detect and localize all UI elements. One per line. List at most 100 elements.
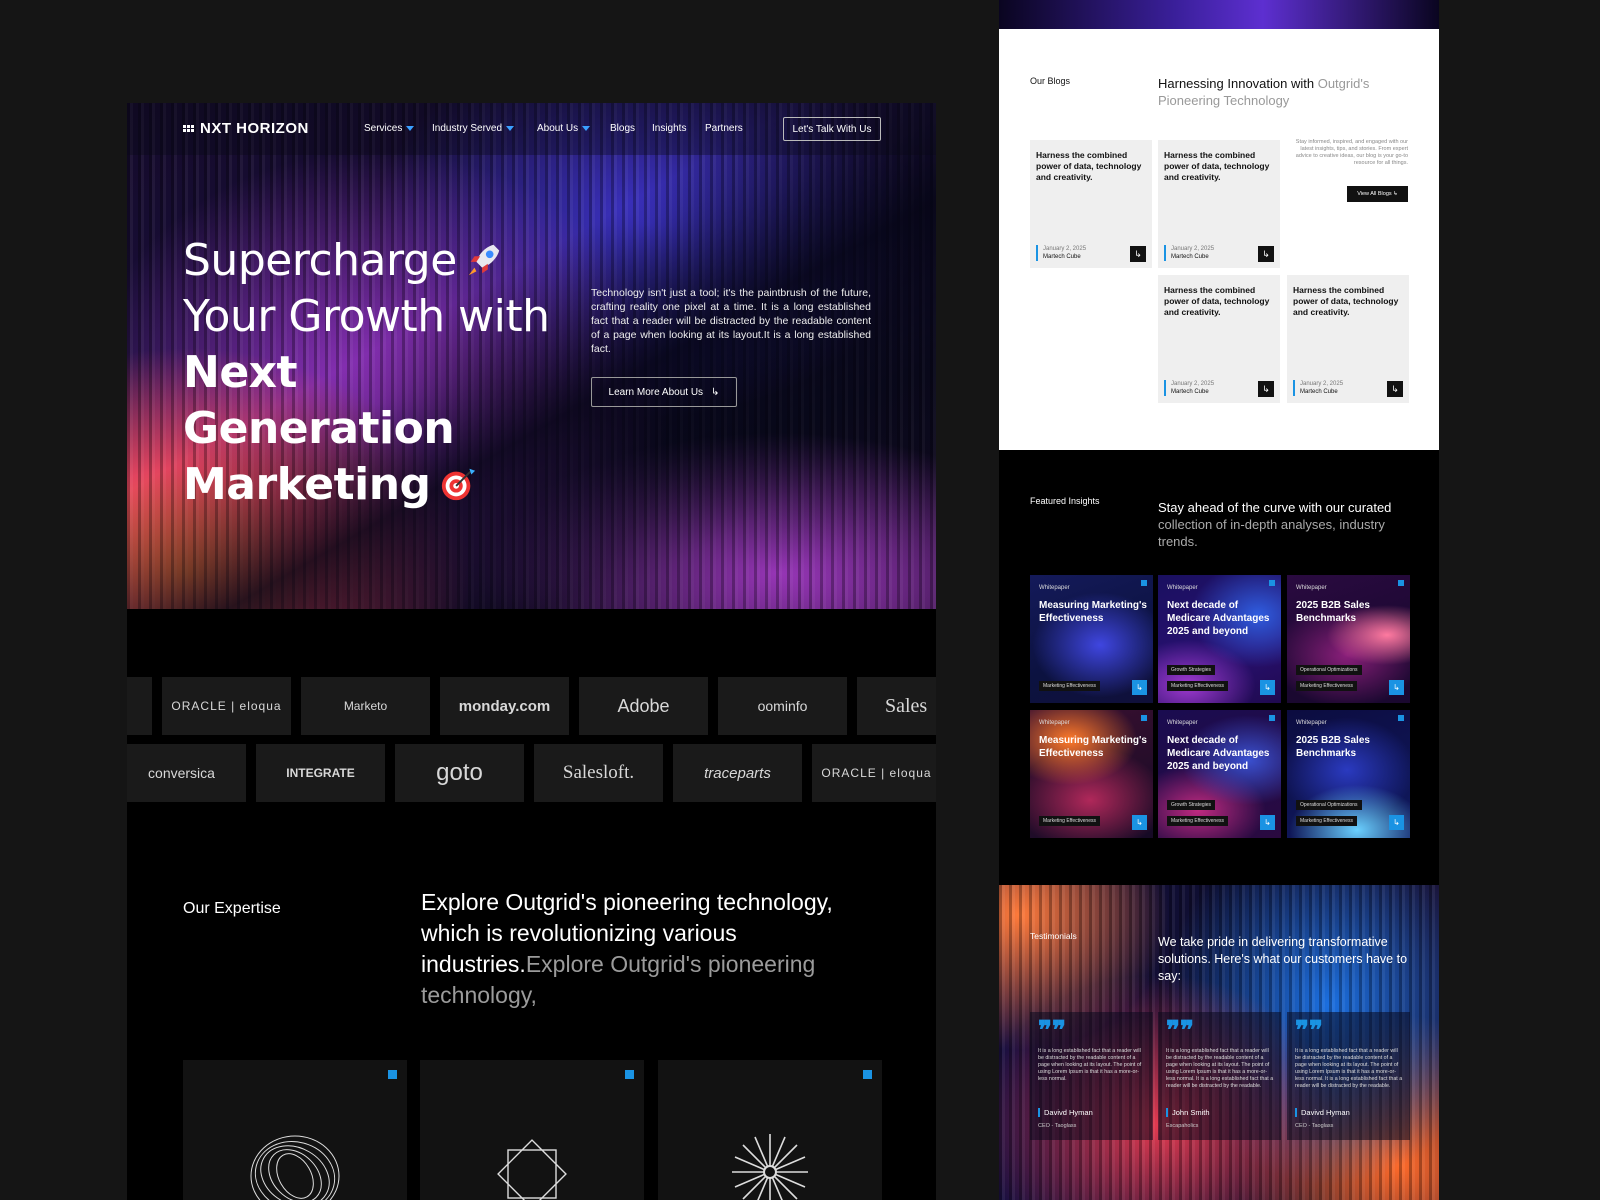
nav-industry-served[interactable]: Industry Served xyxy=(432,123,515,134)
testimonial-card[interactable]: ❞❞ It is a long established fact that a … xyxy=(1287,1012,1410,1140)
insight-kind: Whitepaper xyxy=(1039,585,1070,591)
nav-label: About Us xyxy=(537,123,579,134)
arrow-right-icon[interactable]: ↳ xyxy=(1130,246,1146,262)
blog-author: Martech Cube xyxy=(1300,389,1338,395)
arrow-right-icon[interactable]: ↳ xyxy=(1389,815,1404,830)
nav-label: Services xyxy=(364,123,403,134)
testimonial-card[interactable]: ❞❞ It is a long established fact that a … xyxy=(1030,1012,1153,1140)
nav-about-us[interactable]: About Us xyxy=(537,123,591,134)
homepage-preview: NXT HORIZON Services Industry Served Abo… xyxy=(127,103,936,1200)
partner-logo: Salesloft. xyxy=(534,744,663,802)
blog-card[interactable]: Harness the combined power of data, tech… xyxy=(1158,275,1280,403)
brand-logo[interactable]: NXT HORIZON xyxy=(183,120,309,137)
square-icon xyxy=(1398,580,1404,586)
view-all-blogs-button[interactable]: View All Blogs ↳ xyxy=(1347,186,1408,202)
arrow-right-icon[interactable]: ↳ xyxy=(1132,680,1147,695)
sunburst-icon xyxy=(732,1134,808,1200)
blog-date: January 2, 2025 xyxy=(1171,246,1215,252)
gradient-strip xyxy=(999,0,1439,29)
lets-talk-button[interactable]: Let's Talk With Us xyxy=(783,117,881,141)
insight-card[interactable]: Whitepaper 2025 B2B Sales Benchmarks Ope… xyxy=(1287,710,1410,838)
insight-kind: Whitepaper xyxy=(1039,720,1070,726)
partner-logo: monday.com xyxy=(440,677,569,735)
testimonial-text: It is a long established fact that a rea… xyxy=(1038,1048,1142,1082)
arrow-right-icon[interactable]: ↳ xyxy=(1258,381,1274,397)
insight-title: 2025 B2B Sales Benchmarks xyxy=(1296,600,1370,624)
square-icon xyxy=(1141,580,1147,586)
arrow-right-icon: ↳ xyxy=(711,386,720,398)
expertise-card[interactable] xyxy=(658,1060,882,1200)
insight-kind: Whitepaper xyxy=(1296,720,1327,726)
partner-logo xyxy=(127,677,152,735)
blog-title: Harness the combined power of data, tech… xyxy=(1293,285,1399,317)
partner-logo: conversica xyxy=(127,744,246,802)
chevron-down-icon xyxy=(406,125,415,131)
arrow-right-icon[interactable]: ↳ xyxy=(1258,246,1274,262)
grid-icon xyxy=(183,125,194,132)
arrow-right-icon[interactable]: ↳ xyxy=(1132,815,1147,830)
square-icon xyxy=(1398,715,1404,721)
blog-author: Martech Cube xyxy=(1043,254,1081,260)
partner-logo: goto xyxy=(395,744,524,802)
nav-blogs[interactable]: Blogs xyxy=(610,123,635,134)
insight-card[interactable]: Whitepaper Measuring Marketing's Effecti… xyxy=(1030,710,1153,838)
insight-tag: Operational Optimizations xyxy=(1296,665,1362,675)
insight-card[interactable]: Whitepaper Next decade of Medicare Advan… xyxy=(1158,710,1281,838)
insight-tag: Marketing Effectiveness xyxy=(1296,816,1357,826)
nav-insights[interactable]: Insights xyxy=(652,123,686,134)
insight-kind: Whitepaper xyxy=(1167,720,1198,726)
blog-card[interactable]: Harness the combined power of data, tech… xyxy=(1287,275,1409,403)
nav-services[interactable]: Services xyxy=(364,123,415,134)
top-navigation: NXT HORIZON Services Industry Served Abo… xyxy=(127,103,936,155)
insight-card[interactable]: Whitepaper Next decade of Medicare Advan… xyxy=(1158,575,1281,703)
blog-card[interactable]: Harness the combined power of data, tech… xyxy=(1030,140,1152,268)
expertise-card[interactable] xyxy=(183,1060,407,1200)
blog-author: Martech Cube xyxy=(1171,389,1209,395)
testimonial-name: John Smith xyxy=(1166,1108,1210,1117)
square-icon xyxy=(1141,715,1147,721)
blog-card[interactable]: Harness the combined power of data, tech… xyxy=(1158,140,1280,268)
rocket-icon xyxy=(468,244,499,276)
arrow-right-icon[interactable]: ↳ xyxy=(1260,815,1275,830)
target-icon xyxy=(441,468,475,501)
chevron-down-icon xyxy=(582,125,591,131)
arrow-right-icon[interactable]: ↳ xyxy=(1387,381,1403,397)
expertise-text: Explore Outgrid's pioneering technology,… xyxy=(421,887,891,1011)
arrow-right-icon[interactable]: ↳ xyxy=(1389,680,1404,695)
insight-tag: Marketing Effectiveness xyxy=(1167,681,1228,691)
partner-logo-row-2: conversica INTEGRATE goto Salesloft. tra… xyxy=(127,744,936,802)
blogs-intro: Stay informed, inspired, and engaged wit… xyxy=(1295,139,1408,166)
learn-more-button[interactable]: Learn More About Us ↳ xyxy=(591,377,737,407)
button-label: View All Blogs xyxy=(1357,191,1392,197)
partner-logo: Marketo xyxy=(301,677,430,735)
insight-card[interactable]: Whitepaper 2025 B2B Sales Benchmarks Ope… xyxy=(1287,575,1410,703)
testimonial-name: Davivd Hyman xyxy=(1295,1108,1350,1117)
insight-kind: Whitepaper xyxy=(1296,585,1327,591)
insight-card[interactable]: Whitepaper Measuring Marketing's Effecti… xyxy=(1030,575,1153,703)
nav-label: Industry Served xyxy=(432,123,503,134)
testimonial-role: CEO - Taoglass xyxy=(1038,1123,1077,1129)
quote-icon: ❞❞ xyxy=(1295,1016,1323,1046)
arrow-right-icon[interactable]: ↳ xyxy=(1260,680,1275,695)
hero-description: Technology isn't just a tool; it's the p… xyxy=(591,287,871,355)
testimonial-card[interactable]: ❞❞ It is a long established fact that a … xyxy=(1158,1012,1281,1140)
insight-tag: Marketing Effectiveness xyxy=(1296,681,1357,691)
insights-label: Featured Insights xyxy=(1030,496,1100,506)
button-label: Learn More About Us xyxy=(608,386,704,398)
square-icon xyxy=(1269,580,1275,586)
headline-line-3: Next Generation xyxy=(183,347,455,454)
star-polygon-icon xyxy=(497,1139,567,1200)
nav-partners[interactable]: Partners xyxy=(705,123,743,134)
square-icon xyxy=(625,1070,634,1079)
blog-date: January 2, 2025 xyxy=(1043,246,1087,252)
square-icon xyxy=(388,1070,397,1079)
blogs-section: Our Blogs Harnessing Innovation with Out… xyxy=(999,29,1439,450)
insights-heading-muted: collection of in-depth analyses, industr… xyxy=(1158,517,1385,549)
expertise-card[interactable] xyxy=(420,1060,644,1200)
headline-line-4: Marketing xyxy=(183,459,431,510)
testimonial-text: It is a long established fact that a rea… xyxy=(1295,1048,1403,1089)
testimonial-role: Escapaholics xyxy=(1166,1123,1199,1129)
headline-line-1: Supercharge xyxy=(183,235,457,286)
blogs-label: Our Blogs xyxy=(1030,76,1071,86)
blog-meta: January 2, 2025 Martech Cube xyxy=(1293,380,1343,396)
